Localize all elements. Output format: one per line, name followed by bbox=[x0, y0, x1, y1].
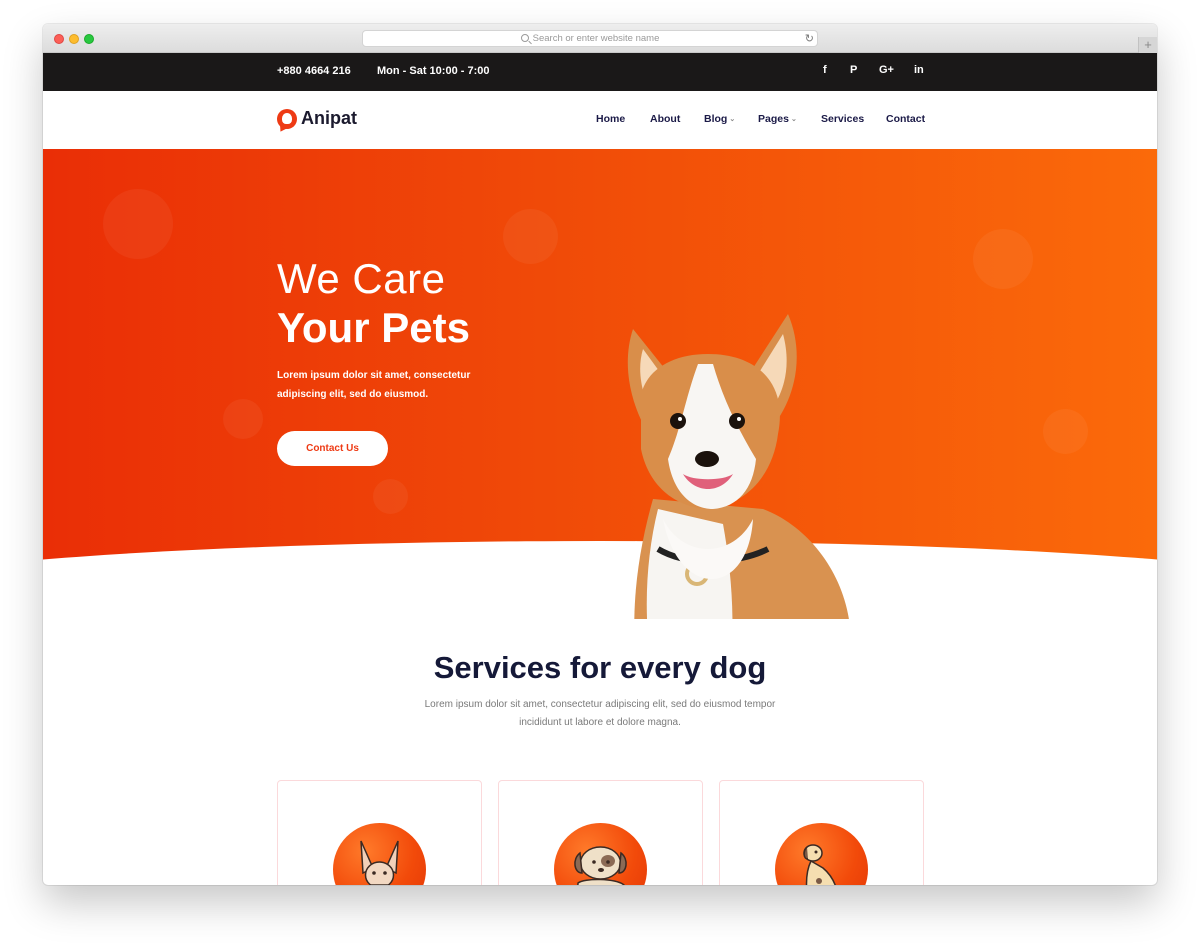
decor-bubble bbox=[503, 209, 558, 264]
browser-window: Search or enter website name ↻ + +880 46… bbox=[43, 24, 1157, 885]
service-card[interactable] bbox=[498, 780, 703, 885]
search-icon bbox=[520, 34, 529, 42]
services-section-subtitle: Lorem ipsum dolor sit amet, consectetur … bbox=[424, 699, 776, 728]
puppy-dog-icon bbox=[554, 823, 647, 885]
contact-us-button[interactable]: Contact Us bbox=[277, 431, 388, 466]
linkedin-icon[interactable]: in bbox=[914, 64, 924, 76]
nav-contact[interactable]: Contact bbox=[886, 113, 925, 125]
top-info-bar: +880 4664 216 Mon - Sat 10:00 - 7:00 f P… bbox=[43, 53, 1157, 91]
sitting-dalmatian-dog-icon bbox=[775, 823, 868, 885]
address-bar[interactable]: Search or enter website name ↻ bbox=[362, 30, 818, 47]
chevron-down-icon: ⌄ bbox=[790, 116, 797, 123]
chevron-down-icon: ⌄ bbox=[729, 116, 736, 123]
nav-pages[interactable]: Pages ⌄ bbox=[758, 113, 797, 125]
services-section-title: Services for every dog bbox=[433, 650, 767, 685]
nav-blog-label: Blog bbox=[704, 113, 728, 125]
hero-description: Lorem ipsum dolor sit amet, consectetur … bbox=[277, 370, 471, 400]
reload-icon[interactable]: ↻ bbox=[805, 32, 814, 46]
zoom-window-button[interactable] bbox=[84, 34, 94, 44]
decor-bubble bbox=[373, 479, 408, 514]
nav-services[interactable]: Services bbox=[821, 113, 864, 125]
facebook-icon[interactable]: f bbox=[823, 64, 827, 76]
logo-text[interactable]: Anipat bbox=[301, 108, 357, 129]
service-card[interactable] bbox=[277, 780, 482, 885]
hero-title-light: We Care bbox=[277, 255, 446, 302]
decor-bubble bbox=[223, 399, 263, 439]
pinterest-icon[interactable]: P bbox=[850, 64, 857, 76]
new-tab-button[interactable]: + bbox=[1138, 37, 1157, 53]
decor-bubble bbox=[973, 229, 1033, 289]
corgi-dog-image bbox=[627, 314, 849, 619]
chihuahua-dog-icon bbox=[333, 823, 426, 885]
nav-pages-label: Pages bbox=[758, 113, 789, 125]
nav-about[interactable]: About bbox=[650, 113, 680, 125]
opening-hours: Mon - Sat 10:00 - 7:00 bbox=[377, 65, 490, 77]
decor-bubble bbox=[103, 189, 173, 259]
hero-title-bold: Your Pets bbox=[277, 304, 470, 351]
browser-toolbar: Search or enter website name ↻ + bbox=[43, 24, 1157, 53]
decor-bubble bbox=[1043, 409, 1088, 454]
google-plus-icon[interactable]: G+ bbox=[879, 64, 894, 76]
main-navigation: Anipat Home About Blog ⌄ Pages ⌄ Services … bbox=[43, 91, 1157, 149]
nav-blog[interactable]: Blog ⌄ bbox=[704, 113, 735, 125]
nav-home[interactable]: Home bbox=[596, 113, 625, 125]
minimize-window-button[interactable] bbox=[69, 34, 79, 44]
hero-banner: We Care Your Pets Lorem ipsum dolor sit … bbox=[43, 149, 1157, 619]
phone-number[interactable]: +880 4664 216 bbox=[277, 65, 351, 77]
service-card[interactable] bbox=[719, 780, 924, 885]
address-placeholder: Search or enter website name bbox=[532, 33, 660, 44]
close-window-button[interactable] bbox=[54, 34, 64, 44]
logo-icon[interactable] bbox=[277, 109, 297, 129]
